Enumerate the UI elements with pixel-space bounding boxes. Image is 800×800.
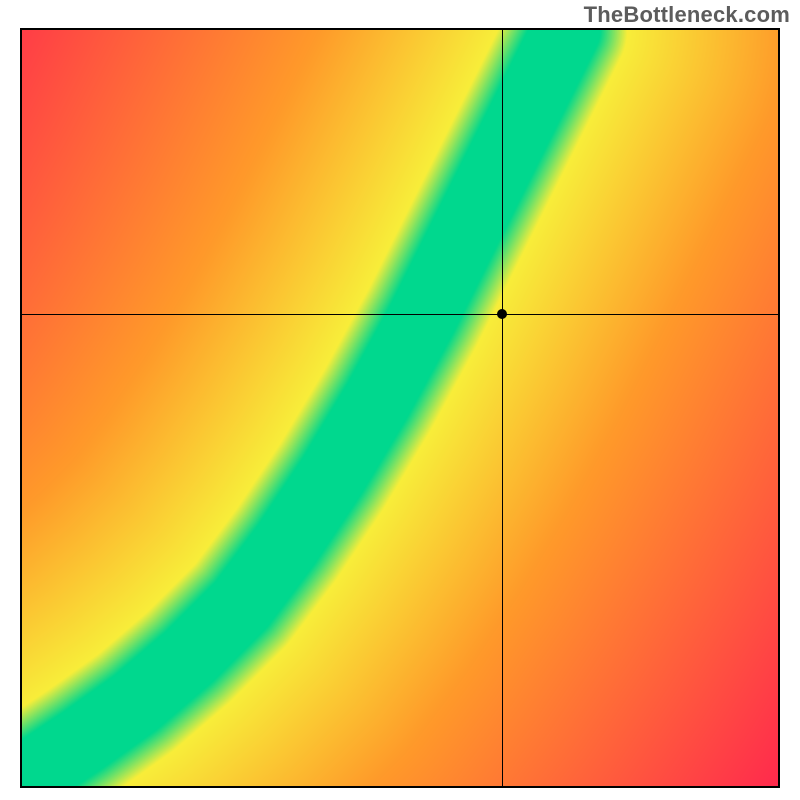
crosshair-dot <box>497 309 507 319</box>
watermark-text: TheBottleneck.com <box>584 2 790 28</box>
heatmap-canvas <box>22 30 778 786</box>
chart-root: TheBottleneck.com <box>0 0 800 800</box>
plot-frame <box>20 28 780 788</box>
crosshair-horizontal <box>22 314 778 315</box>
crosshair-vertical <box>502 30 503 786</box>
